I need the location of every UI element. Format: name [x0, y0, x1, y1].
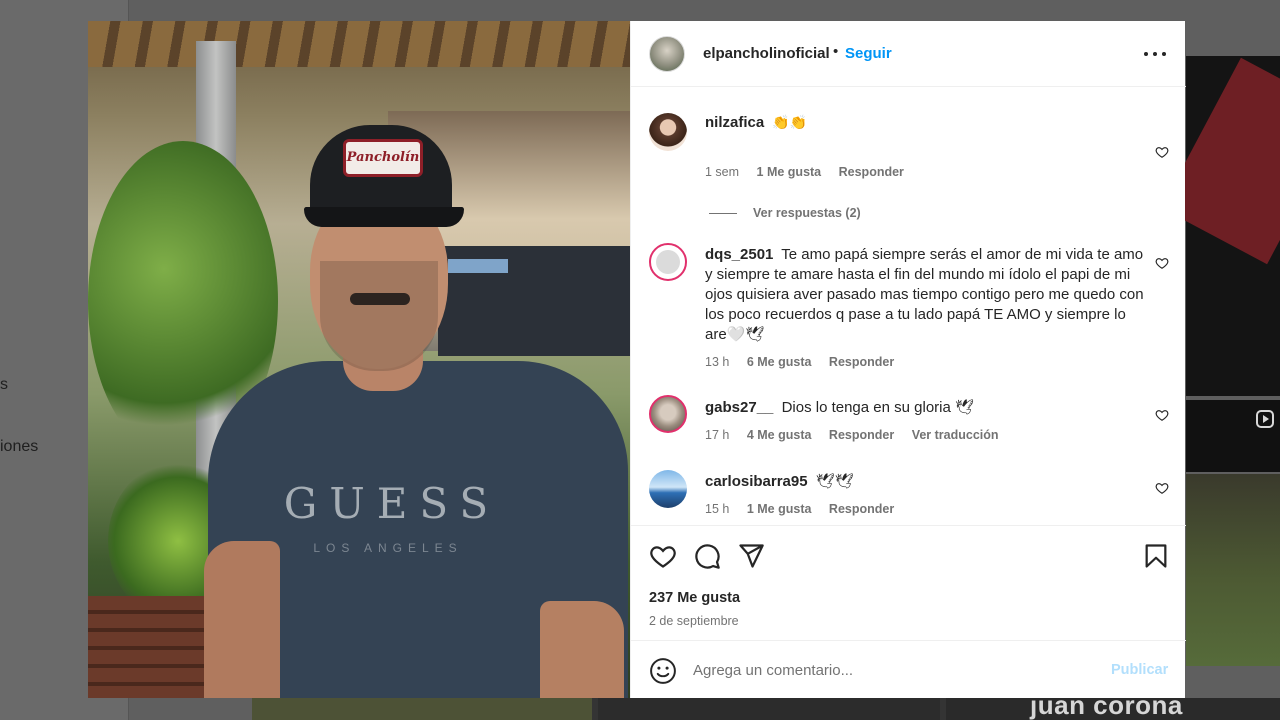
comments-list[interactable]: nilzafica 👏👏 1 sem 1 Me gusta Responder … — [631, 88, 1186, 524]
background-thumbnail — [252, 698, 592, 720]
save-bookmark-icon[interactable] — [1142, 542, 1170, 570]
comment-meta: 15 h 1 Me gusta Responder — [705, 502, 908, 516]
heart-icon[interactable] — [1155, 256, 1169, 270]
comment-time: 17 h — [705, 428, 730, 442]
comment-time: 13 h — [705, 355, 730, 369]
emoji-icon[interactable] — [649, 657, 677, 685]
reply-button[interactable]: Responder — [829, 428, 894, 442]
post-actions: 237 Me gusta 2 de septiembre — [631, 525, 1186, 640]
store-sign — [448, 259, 508, 273]
comment-body: 👏👏 — [772, 115, 808, 131]
comment-text-block: nilzafica 👏👏 — [705, 113, 1145, 133]
shirt-brand-text: GUESS — [283, 479, 501, 528]
post-modal: Pancholín GUESS LOS ANGELES elpancholino… — [88, 21, 1186, 698]
like-heart-icon[interactable] — [649, 542, 677, 570]
comment-username[interactable]: nilzafica — [705, 114, 764, 131]
post-side-panel: elpancholinoficial • Seguir nilzafica 👏👏… — [630, 21, 1186, 698]
author-avatar[interactable] — [649, 36, 685, 72]
more-horizontal-icon[interactable] — [1144, 49, 1166, 59]
post-header: elpancholinoficial • Seguir — [631, 21, 1186, 87]
comment-likes[interactable]: 1 Me gusta — [747, 502, 812, 516]
view-replies-button[interactable]: Ver respuestas (2) — [709, 206, 861, 220]
shirt-subtext: LOS ANGELES — [313, 541, 463, 555]
heart-icon[interactable] — [1155, 481, 1169, 495]
default-avatar-icon — [656, 250, 680, 274]
person-mustache — [350, 293, 410, 305]
publish-button[interactable]: Publicar — [1111, 662, 1168, 678]
person-arm — [540, 601, 624, 698]
share-send-icon[interactable] — [737, 542, 765, 570]
comment-username[interactable]: gabs27__ — [705, 399, 773, 416]
background-thumbnail — [1186, 474, 1280, 666]
reels-icon — [1256, 410, 1274, 428]
comment-likes[interactable]: 6 Me gusta — [747, 355, 812, 369]
comment-likes[interactable]: 1 Me gusta — [757, 165, 822, 179]
person-beard — [320, 261, 438, 371]
comment-text-block: gabs27__ Dios lo tenga en su gloria 🕊 — [705, 398, 1145, 418]
heart-icon[interactable] — [1155, 408, 1169, 422]
comment-meta: 17 h 4 Me gusta Responder Ver traducción — [705, 428, 1013, 442]
commenter-avatar[interactable] — [649, 395, 687, 433]
comment-username[interactable]: dqs_2501 — [705, 246, 773, 263]
reply-button[interactable]: Responder — [829, 355, 894, 369]
person-arm — [204, 541, 280, 698]
background-thumbnail — [598, 698, 940, 720]
commenter-avatar[interactable] — [649, 470, 687, 508]
separator-dot: • — [833, 43, 839, 60]
add-comment-bar: Publicar — [631, 640, 1186, 698]
heart-icon[interactable] — [1155, 145, 1169, 159]
post-likes-count[interactable]: 237 Me gusta — [649, 590, 740, 606]
author-username[interactable]: elpancholinoficial — [703, 45, 830, 62]
see-translation-button[interactable]: Ver traducción — [912, 428, 999, 442]
post-date[interactable]: 2 de septiembre — [649, 614, 739, 628]
commenter-avatar[interactable] — [649, 113, 687, 151]
comment-text-block: dqs_2501 Te amo papá siempre serás el am… — [705, 245, 1145, 345]
background-thumbnail — [1161, 56, 1280, 396]
cap-logo-patch: Pancholín — [343, 139, 423, 177]
comment-text-block: carlosibarra95 🕊🕊 — [705, 472, 1145, 492]
follow-button[interactable]: Seguir — [845, 45, 892, 62]
background-sidebar-text: s — [0, 376, 8, 393]
post-photo[interactable]: Pancholín GUESS LOS ANGELES — [88, 21, 630, 698]
comment-time: 1 sem — [705, 165, 740, 179]
cap-bill — [304, 207, 464, 227]
comment-meta: 13 h 6 Me gusta Responder — [705, 355, 908, 369]
comment-body: Dios lo tenga en su gloria 🕊 — [781, 399, 975, 416]
reply-button[interactable]: Responder — [829, 502, 894, 516]
comment-meta: 1 sem 1 Me gusta Responder — [705, 165, 918, 179]
comment-likes[interactable]: 4 Me gusta — [747, 428, 812, 442]
reply-button[interactable]: Responder — [839, 165, 904, 179]
comment-time: 15 h — [705, 502, 730, 516]
pergola-beams — [88, 21, 630, 67]
comment-input[interactable] — [693, 655, 1093, 685]
comment-body: 🕊🕊 — [815, 473, 854, 490]
commenter-avatar[interactable] — [649, 243, 687, 281]
comment-bubble-icon[interactable] — [693, 542, 721, 570]
background-sidebar-text: iones — [0, 438, 39, 455]
comment-username[interactable]: carlosibarra95 — [705, 473, 808, 490]
